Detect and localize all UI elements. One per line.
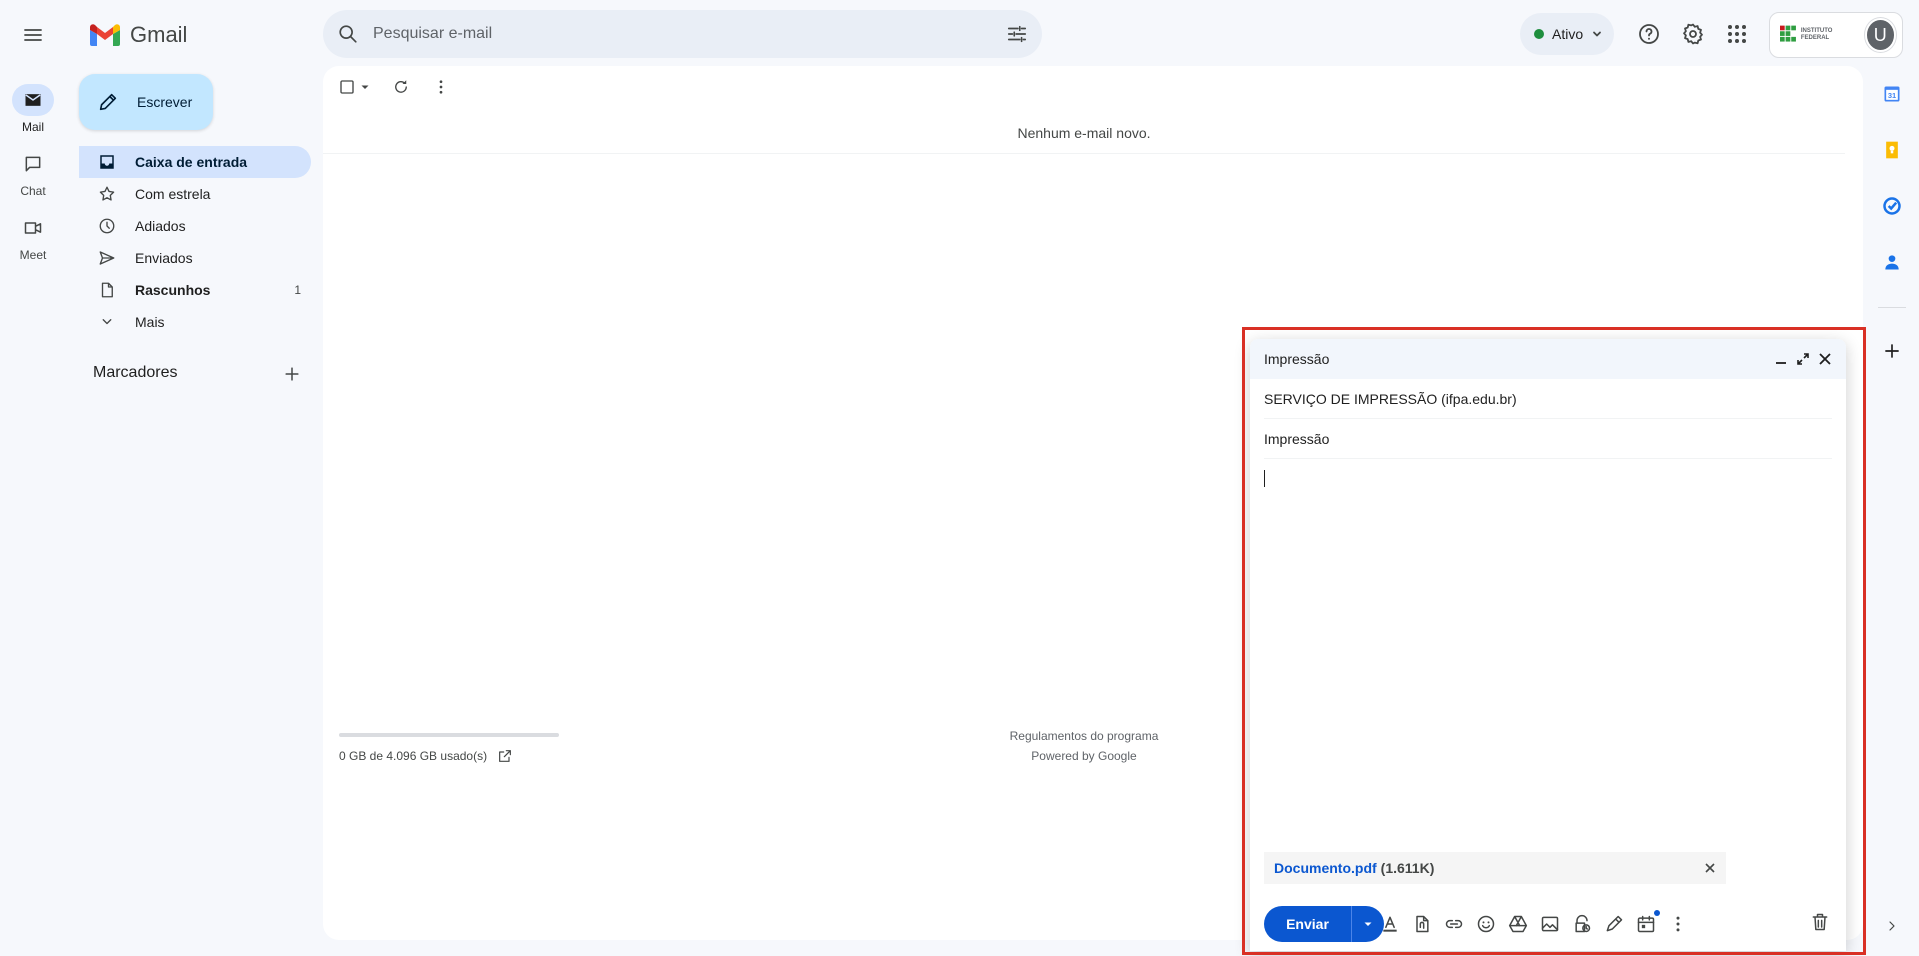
account-switcher[interactable]: INSTITUTO FEDERAL U	[1769, 12, 1903, 58]
divider	[1878, 307, 1906, 308]
add-label-button[interactable]	[282, 364, 302, 384]
meet-icon	[24, 222, 42, 234]
refresh-icon	[395, 80, 407, 93]
divider	[323, 153, 1845, 154]
more-options-button[interactable]	[432, 78, 450, 96]
search-bar[interactable]: Pesquisar e-mail	[323, 10, 1042, 58]
rail-item-chat[interactable]: Chat	[12, 148, 54, 198]
highlight-box	[1242, 327, 1866, 955]
apps-button[interactable]	[1717, 14, 1757, 54]
compose-button[interactable]: Escrever	[79, 74, 213, 130]
gear-icon	[1683, 23, 1703, 45]
nav-label: Com estrela	[135, 186, 211, 202]
gmail-m-icon	[90, 24, 120, 46]
powered-by-text: Powered by Google	[1031, 749, 1137, 763]
settings-button[interactable]	[1673, 14, 1713, 54]
storage-text: 0 GB de 4.096 GB usado(s)	[339, 749, 488, 763]
rail-label-mail: Mail	[21, 120, 44, 134]
mail-icon	[25, 94, 41, 106]
tasks-addon-button[interactable]	[1880, 194, 1904, 218]
keep-addon-button[interactable]	[1880, 138, 1904, 162]
storage-info: 0 GB de 4.096 GB usado(s)	[339, 748, 513, 764]
status-dot-icon	[1534, 29, 1544, 39]
contacts-icon	[1885, 255, 1899, 270]
rail-pill	[12, 84, 54, 116]
plus-icon	[285, 367, 299, 381]
nav-label: Adiados	[135, 218, 186, 234]
avatar[interactable]: U	[1864, 18, 1896, 52]
get-addons-button[interactable]	[1880, 339, 1904, 363]
rail-pill	[12, 212, 54, 244]
draft-icon	[101, 282, 113, 298]
nav-item-more[interactable]: Mais	[79, 306, 311, 338]
gmail-logo[interactable]: Gmail	[88, 18, 187, 52]
status-label: Ativo	[1552, 26, 1584, 42]
plus-icon	[1885, 344, 1899, 358]
help-button[interactable]	[1629, 14, 1669, 54]
chevron-right-icon	[1889, 921, 1895, 931]
rail-label-chat: Chat	[20, 184, 46, 198]
svg-text:31: 31	[1888, 91, 1896, 100]
rail-item-meet[interactable]: Meet	[12, 212, 54, 262]
star-icon	[99, 186, 115, 201]
search-icon[interactable]	[337, 23, 359, 45]
search-options-icon[interactable]	[1006, 23, 1028, 45]
nav-item-sent[interactable]: Enviados	[79, 242, 311, 274]
nav-label: Enviados	[135, 250, 193, 266]
nav-item-inbox[interactable]: Caixa de entrada	[79, 146, 311, 178]
caret-down-icon	[361, 85, 369, 89]
footer-links: Regulamentos do programa Powered by Goog…	[960, 726, 1208, 766]
hamburger-icon	[24, 29, 42, 41]
inbox-icon	[100, 155, 114, 169]
list-toolbar	[338, 78, 450, 96]
hide-side-panel-button[interactable]	[1880, 914, 1904, 938]
chat-icon	[25, 156, 41, 172]
organization-logo: INSTITUTO FEDERAL	[1780, 25, 1859, 45]
empty-inbox-message: Nenhum e-mail novo.	[1017, 125, 1151, 141]
storage-meter	[339, 733, 559, 737]
nav-item-starred[interactable]: Com estrela	[79, 178, 311, 210]
contacts-addon-button[interactable]	[1880, 250, 1904, 274]
main-menu-button[interactable]	[12, 14, 54, 56]
compose-button-label: Escrever	[137, 94, 193, 110]
apps-grid-icon	[1728, 25, 1746, 43]
rail-item-mail[interactable]: Mail	[12, 84, 54, 134]
labels-heading: Marcadores	[93, 364, 178, 381]
app-name: Gmail	[130, 22, 188, 47]
select-all-checkbox[interactable]	[338, 78, 370, 96]
clock-icon	[99, 218, 115, 234]
nav-label: Rascunhos	[135, 282, 211, 298]
pencil-icon	[99, 93, 117, 111]
chevron-down-icon	[1593, 31, 1602, 37]
rail-label-meet: Meet	[19, 248, 47, 262]
nav-count: 1	[294, 283, 301, 297]
nav-label: Caixa de entrada	[135, 154, 248, 170]
more-vert-icon	[439, 80, 443, 94]
nav-label: Mais	[135, 314, 165, 330]
calendar-icon: 31	[1884, 86, 1900, 102]
keep-icon	[1886, 141, 1898, 159]
ifpa-logo-icon	[1780, 25, 1796, 42]
send-icon	[99, 251, 115, 265]
program-policies-link[interactable]: Regulamentos do programa	[960, 726, 1208, 746]
nav-item-snoozed[interactable]: Adiados	[79, 210, 311, 242]
nav-item-drafts[interactable]: Rascunhos 1	[79, 274, 311, 306]
calendar-addon-button[interactable]: 31	[1880, 82, 1904, 106]
checkbox-icon	[340, 80, 354, 94]
tasks-icon	[1883, 197, 1901, 215]
status-selector[interactable]: Ativo	[1520, 13, 1614, 55]
help-icon	[1639, 24, 1659, 44]
organization-name: INSTITUTO FEDERAL	[1800, 28, 1833, 41]
search-input[interactable]: Pesquisar e-mail	[373, 25, 1006, 43]
refresh-button[interactable]	[392, 78, 410, 96]
open-in-new-icon[interactable]	[497, 748, 513, 764]
rail-pill	[12, 148, 54, 180]
chevron-down-icon	[102, 319, 112, 325]
